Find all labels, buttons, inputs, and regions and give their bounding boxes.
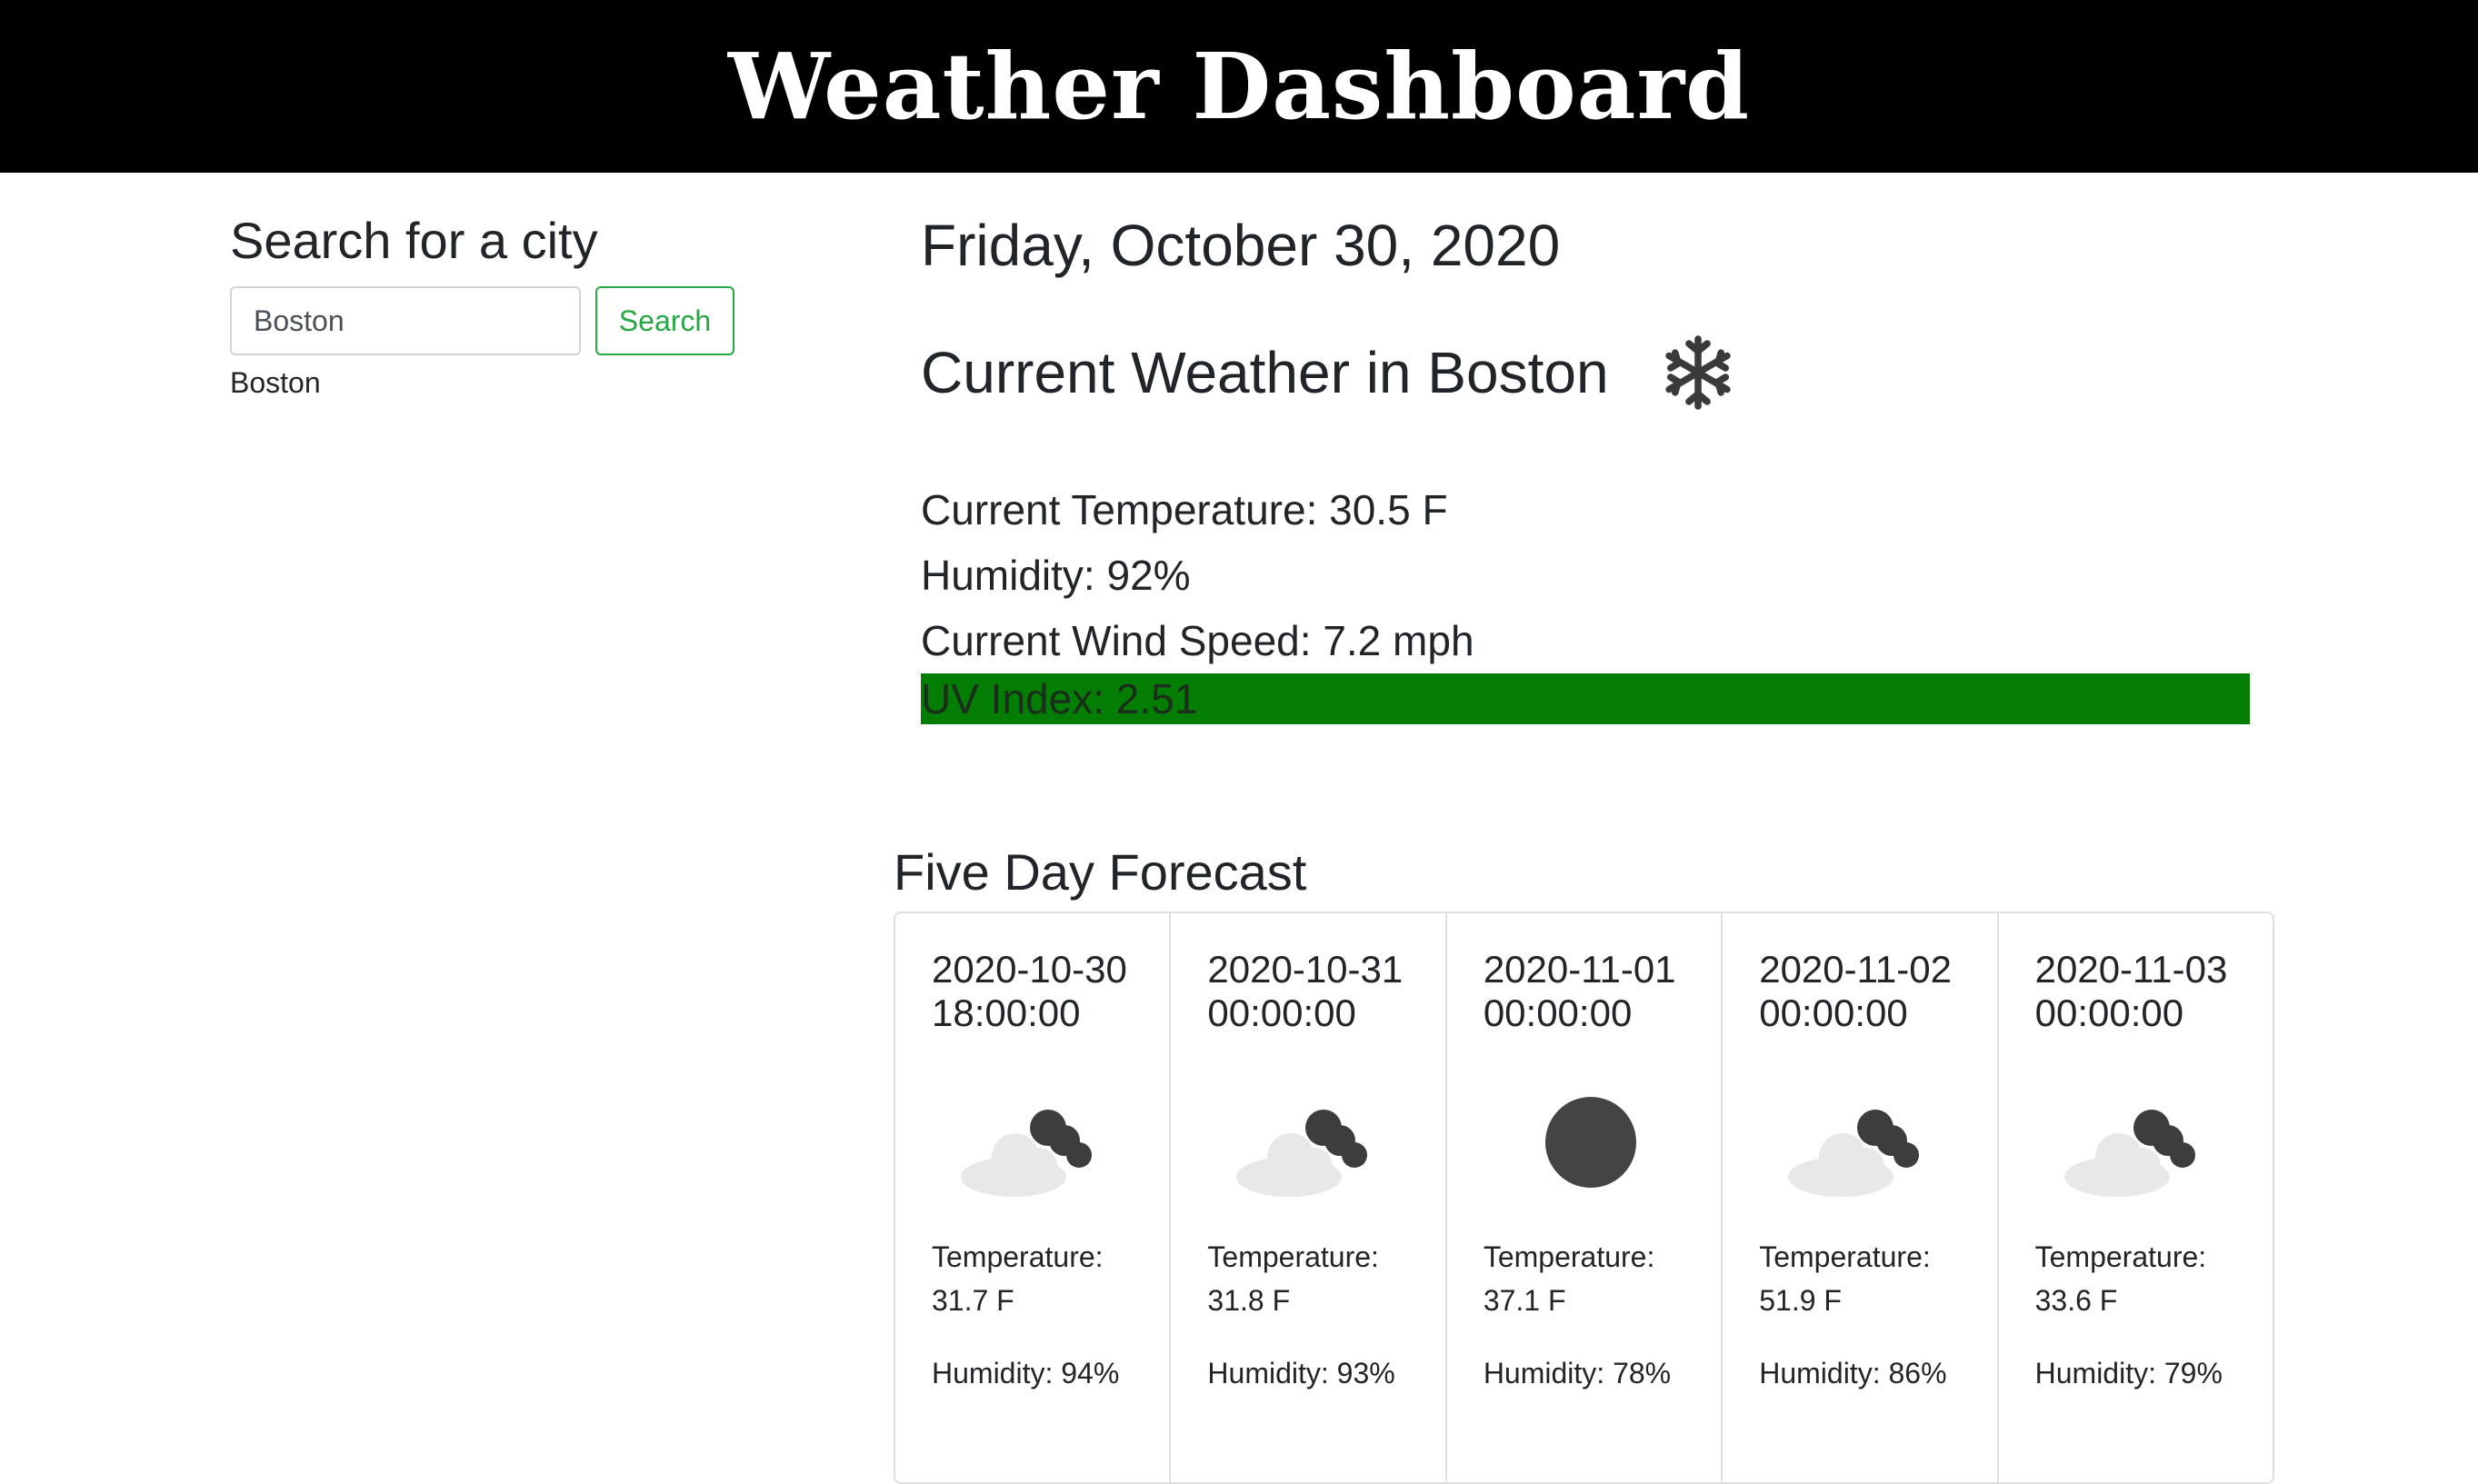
search-button[interactable]: Search bbox=[595, 286, 734, 355]
current-temperature: Current Temperature: 30.5 F bbox=[921, 486, 1448, 533]
forecast-humidity: Humidity: 94% bbox=[932, 1357, 1120, 1389]
snowflake-icon bbox=[1664, 335, 1731, 410]
uv-index-bar: UV Index: 2.51 bbox=[921, 673, 2250, 724]
forecast-temp: 37.1 F bbox=[1483, 1284, 1566, 1317]
forecast-humidity: Humidity: 79% bbox=[2034, 1357, 2223, 1389]
current-stats: Current Temperature: 30.5 F Humidity: 92… bbox=[921, 477, 2250, 724]
forecast-date: 2020-10-30 18:00:00 bbox=[932, 948, 1127, 1034]
forecast-temp: 51.9 F bbox=[1759, 1284, 1842, 1317]
forecast-temp: 31.7 F bbox=[932, 1284, 1014, 1317]
search-history: Boston bbox=[230, 361, 775, 404]
forecast-card: 2020-11-03 00:00:00 Temperature: 33.6 F … bbox=[1999, 913, 2273, 1482]
search-row: Search bbox=[230, 286, 775, 355]
current-date: Friday, October 30, 2020 bbox=[921, 213, 1561, 278]
page-header: Weather Dashboard bbox=[0, 0, 2478, 173]
forecast-humidity: Humidity: 93% bbox=[1207, 1357, 1395, 1389]
sidebar: Search for a city Search Boston bbox=[230, 204, 775, 404]
cloudy-night-icon bbox=[1788, 1110, 1920, 1197]
forecast-temp-label: Temperature: bbox=[1207, 1240, 1379, 1273]
forecast-humidity: Humidity: 86% bbox=[1759, 1357, 1947, 1389]
forecast-cards: 2020-10-30 18:00:00 Temperature: 31.7 F … bbox=[894, 911, 2274, 1484]
forecast-card: 2020-11-01 00:00:00 Temperature: 37.1 F … bbox=[1447, 913, 1724, 1482]
forecast-temp-label: Temperature: bbox=[2034, 1240, 2207, 1273]
page-title: Weather Dashboard bbox=[727, 33, 1751, 140]
cloudy-night-icon bbox=[1236, 1110, 1368, 1197]
search-heading: Search for a city bbox=[230, 212, 598, 269]
forecast-date: 2020-11-03 00:00:00 bbox=[2034, 948, 2228, 1034]
forecast-temp-label: Temperature: bbox=[932, 1240, 1104, 1273]
forecast-card: 2020-10-31 00:00:00 Temperature: 31.8 F … bbox=[1171, 913, 1447, 1482]
current-humidity: Humidity: 92% bbox=[921, 552, 1191, 599]
cloudy-night-icon bbox=[2063, 1110, 2195, 1197]
forecast-date: 2020-10-31 00:00:00 bbox=[1207, 948, 1404, 1034]
forecast-humidity: Humidity: 78% bbox=[1483, 1357, 1672, 1389]
current-weather-title: Current Weather in Boston bbox=[921, 340, 1609, 405]
clear-night-icon bbox=[1544, 1097, 1636, 1188]
forecast-card: 2020-10-30 18:00:00 Temperature: 31.7 F … bbox=[895, 913, 1172, 1482]
forecast-card: 2020-11-02 00:00:00 Temperature: 51.9 F … bbox=[1723, 913, 1999, 1482]
city-search-input[interactable] bbox=[230, 286, 581, 355]
cloudy-night-icon bbox=[961, 1110, 1092, 1197]
forecast-date: 2020-11-02 00:00:00 bbox=[1759, 948, 1952, 1034]
current-wind-speed: Current Wind Speed: 7.2 mph bbox=[921, 617, 1474, 664]
current-weather: Friday, October 30, 2020 Current Weather… bbox=[921, 204, 2250, 724]
forecast-temp: 31.8 F bbox=[1207, 1284, 1291, 1317]
forecast-title: Five Day Forecast bbox=[894, 843, 1307, 901]
forecast-temp-label: Temperature: bbox=[1483, 1240, 1655, 1273]
current-title-row: Current Weather in Boston bbox=[921, 332, 2250, 413]
forecast-temp: 33.6 F bbox=[2034, 1284, 2118, 1317]
history-item[interactable]: Boston bbox=[230, 361, 775, 404]
forecast-temp-label: Temperature: bbox=[1759, 1240, 1931, 1273]
forecast-date: 2020-11-01 00:00:00 bbox=[1483, 948, 1676, 1034]
